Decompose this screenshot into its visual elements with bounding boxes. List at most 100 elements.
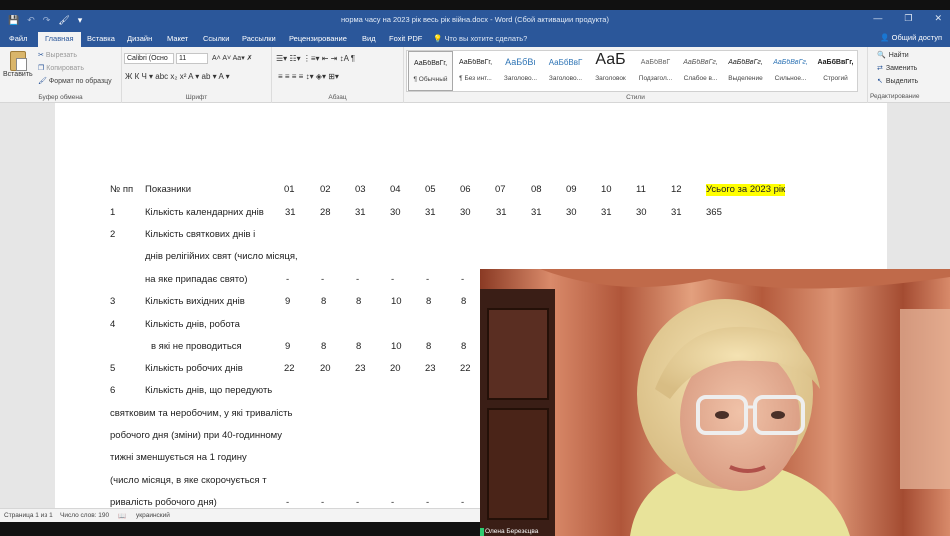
format-painter-label: Формат по образцу — [48, 78, 112, 85]
lightbulb-icon: 💡 — [433, 34, 445, 43]
tab-layout[interactable]: Макет — [167, 34, 188, 43]
row3-v04: 10 — [391, 296, 402, 307]
row4-v05: 8 — [426, 341, 432, 352]
month-01: 01 — [284, 184, 295, 195]
row1-v07: 31 — [496, 207, 507, 218]
font-size-field[interactable]: 11 — [176, 53, 208, 64]
style-subtitle[interactable]: АаБбВвГ Подзагол... — [633, 51, 678, 91]
row4-line2: в які не проводиться — [151, 341, 242, 352]
align-buttons[interactable]: ≡ ≡ ≡ ≡ ↕▾ ◈▾ ⊞▾ — [278, 72, 339, 81]
share-label: Общий доступ — [891, 33, 942, 42]
header-num: № пп — [110, 184, 133, 196]
style-emphasis[interactable]: АаБбВвГг, Выделение — [723, 51, 768, 91]
style-subtle-emphasis[interactable]: АаБбВвГг, Слабое в... — [678, 51, 723, 91]
month-11: 11 — [636, 184, 646, 195]
row5-v02: 20 — [320, 363, 331, 374]
tab-mailings[interactable]: Рассылки — [242, 34, 276, 43]
mic-icon — [480, 528, 484, 536]
copy-icon: ❐ — [38, 65, 45, 72]
search-icon: 🔍 — [877, 52, 886, 59]
ribbon-tabs: Файл Главная Вставка Дизайн Макет Ссылки… — [0, 31, 950, 47]
row1-v01: 31 — [285, 207, 296, 218]
tab-insert[interactable]: Вставка — [87, 34, 115, 43]
tab-design[interactable]: Дизайн — [127, 34, 152, 43]
scissors-icon: ✂ — [38, 52, 44, 59]
styles-gallery: АаБбВвГг, ¶ Обычный АаБбВвГг, ¶ Без инт...… — [406, 50, 858, 92]
clipboard-group-label: Буфер обмена — [38, 94, 83, 101]
row2-v05: - — [426, 274, 430, 285]
tab-view[interactable]: Вид — [362, 34, 376, 43]
status-language[interactable]: украинский — [136, 512, 170, 519]
paste-icon[interactable] — [10, 51, 27, 71]
find-button[interactable]: 🔍 Найти — [877, 51, 909, 59]
style-intense-emphasis[interactable]: АаБбВвГг, Сильное... — [768, 51, 813, 91]
row1-v06: 30 — [460, 207, 471, 218]
month-04: 04 — [390, 184, 401, 195]
paragraph-group-label: Абзац — [328, 94, 347, 101]
style-strong[interactable]: АаБбВвГг, Строгий — [813, 51, 858, 91]
row4-num: 4 — [110, 319, 116, 330]
title-bar: 💾 ↶ ↷ 🖌 ▾ норма часу на 2023 рік весь рі… — [0, 10, 950, 31]
copy-button[interactable]: ❐ Копировать — [38, 64, 84, 72]
row4-v03: 8 — [356, 341, 362, 352]
person-icon: 👤 — [880, 33, 892, 42]
font-format-buttons[interactable]: Ж К Ч ▾ abc x₂ x² A ▾ ab ▾ A ▾ — [125, 72, 230, 81]
row4-v01: 9 — [285, 341, 291, 352]
share-button[interactable]: 👤 Общий доступ — [880, 33, 942, 42]
row2-v03: - — [356, 274, 360, 285]
video-participant-tile: Олена Березєцва — [480, 269, 950, 536]
style-heading1[interactable]: АаБбВı Заголово... — [498, 51, 543, 91]
cut-button[interactable]: ✂ Вырезать — [38, 51, 77, 59]
font-size-controls[interactable]: A˄ A˅ Aa▾ ✗ — [212, 54, 253, 62]
row6-line4: тижні зменшується на 1 годину — [110, 452, 247, 463]
row1-v08: 31 — [531, 207, 542, 218]
row1-v05: 31 — [425, 207, 436, 218]
row5-v06: 22 — [460, 363, 471, 374]
replace-button[interactable]: ⇄ Заменить — [877, 64, 917, 72]
tab-foxit-pdf[interactable]: Foxit PDF — [389, 34, 422, 43]
row1-v02: 28 — [320, 207, 331, 218]
row4-line1: Кількість днів, робота — [145, 319, 240, 330]
tab-review[interactable]: Рецензирование — [289, 34, 347, 43]
row5-v01: 22 — [284, 363, 295, 374]
font-group: Calibri (Осно 11 A˄ A˅ Aa▾ ✗ Ж К Ч ▾ abc… — [122, 47, 272, 103]
select-button[interactable]: ↖ Выделить — [877, 77, 918, 85]
style-heading2[interactable]: АаБбВвГ Заголово... — [543, 51, 588, 91]
header-num-text: № пп — [110, 184, 134, 195]
style-no-spacing[interactable]: АаБбВвГг, ¶ Без инт... — [453, 51, 498, 91]
participant-video-image — [480, 269, 950, 536]
list-buttons[interactable]: ☰▾ ☷▾ ⋮≡▾ ⇤ ⇥ ↕A ¶ — [276, 54, 355, 63]
tell-me-search[interactable]: 💡 Что вы хотите сделать? — [433, 34, 527, 43]
row3-v02: 8 — [321, 296, 327, 307]
row2-num: 2 — [110, 229, 116, 240]
row1-v11: 30 — [636, 207, 647, 218]
font-name-field[interactable]: Calibri (Осно — [124, 53, 174, 64]
clipboard-group: Вставить ✂ Вырезать ❐ Копировать 🖌 Формат п… — [0, 47, 122, 103]
paste-button[interactable]: Вставить — [3, 71, 33, 78]
proofing-icon[interactable]: 📖 — [118, 512, 126, 520]
tab-home[interactable]: Главная — [38, 32, 81, 47]
status-words[interactable]: Число слов: 190 — [60, 512, 109, 519]
status-page[interactable]: Страница 1 из 1 — [4, 512, 53, 519]
row1-v12: 31 — [671, 207, 682, 218]
replace-icon: ⇄ — [877, 65, 883, 72]
row5-v04: 20 — [390, 363, 401, 374]
row2-line3: на яке припадає свято) — [145, 274, 248, 285]
restore-icon[interactable]: ❐ — [904, 13, 912, 24]
replace-label: Заменить — [885, 65, 918, 72]
format-painter-button[interactable]: 🖌 Формат по образцу — [38, 77, 112, 85]
month-06: 06 — [460, 184, 471, 195]
row2-v04: - — [391, 274, 395, 285]
month-08: 08 — [531, 184, 542, 195]
style-title[interactable]: АаБ Заголовок — [588, 51, 633, 91]
row4-v06: 8 — [461, 341, 467, 352]
font-group-label: Шрифт — [185, 94, 208, 101]
tab-references[interactable]: Ссылки — [203, 34, 229, 43]
header-label: Показники — [145, 184, 192, 195]
style-normal[interactable]: АаБбВвГг, ¶ Обычный — [408, 51, 453, 91]
close-icon[interactable]: ✕ — [934, 13, 942, 24]
window-controls: — ❐ ✕ — [873, 13, 942, 24]
row6-num: 6 — [110, 385, 116, 396]
minimize-icon[interactable]: — — [873, 13, 882, 24]
tab-file[interactable]: Файл — [9, 34, 27, 43]
